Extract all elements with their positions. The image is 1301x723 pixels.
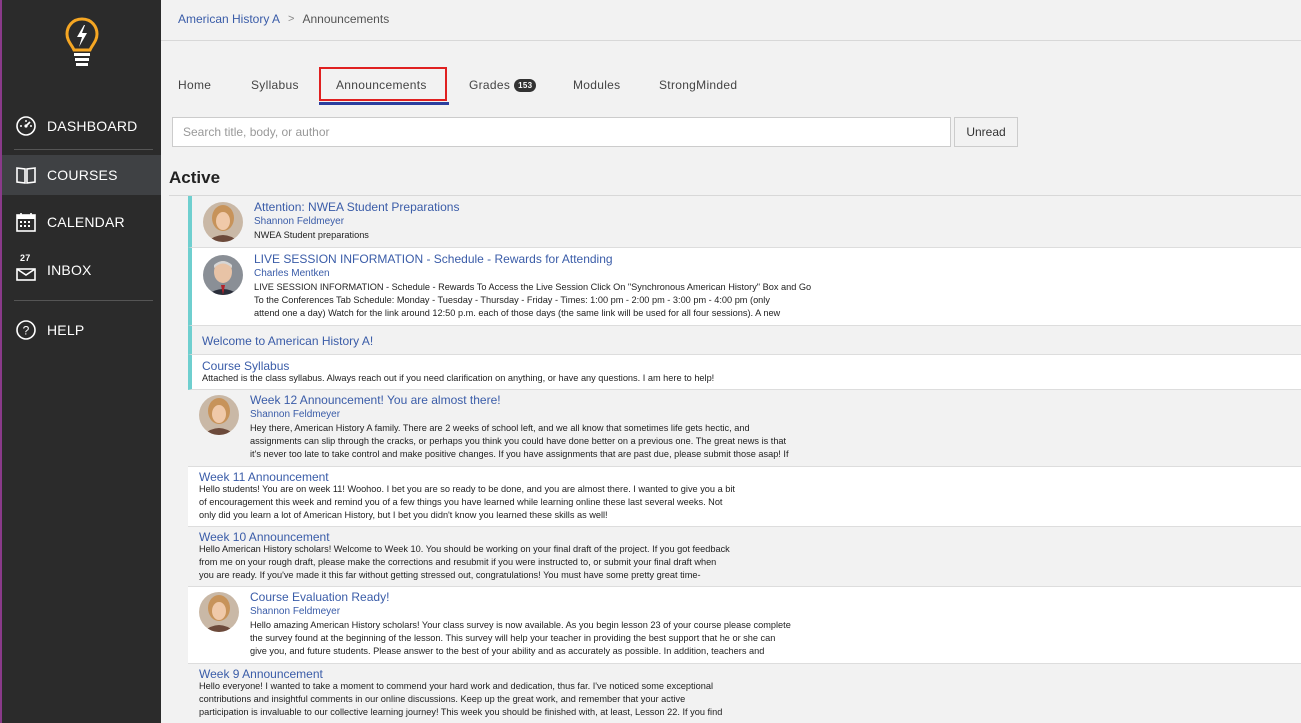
announcement-author: Shannon Feldmeyer (250, 409, 341, 420)
sidebar-item-calendar[interactable]: CALENDAR (2, 202, 161, 242)
question-circle-icon: ? (15, 319, 37, 341)
announcement-title[interactable]: Week 10 Announcement (199, 530, 330, 544)
unread-filter-button[interactable]: Unread (954, 117, 1018, 147)
announcement-body: Attached is the class syllabus. Always r… (202, 373, 715, 383)
announcement-body-line: Hello everyone! I wanted to take a momen… (199, 681, 713, 691)
announcement-title[interactable]: Course Evaluation Ready! (250, 590, 389, 604)
calendar-icon (15, 211, 37, 233)
announcement-body-line: you are ready. If you've made it this fa… (199, 570, 701, 580)
tab-announcements[interactable]: Announcements (336, 78, 427, 92)
announcement-body-line: only did you learn a lot of American His… (199, 510, 608, 520)
announcement-body-line: it's never too late to take control and … (250, 449, 789, 459)
sidebar-item-label: HELP (47, 322, 85, 338)
announcement-body: Hey there, American History A family. Th… (250, 422, 789, 461)
search-input[interactable]: Search title, body, or author (172, 117, 951, 147)
announcement-body: LIVE SESSION INFORMATION - Schedule - Re… (254, 281, 811, 320)
sidebar-divider (14, 149, 153, 150)
sidebar-item-inbox[interactable]: 27 INBOX (2, 250, 161, 290)
announcement-title[interactable]: Week 11 Announcement (199, 470, 329, 484)
announcement-body-line: give you, and future students. Please an… (250, 646, 765, 656)
announcement-title[interactable]: Welcome to American History A! (202, 334, 373, 348)
avatar (203, 202, 243, 242)
announcement-body-line: participation is invaluable to our colle… (199, 707, 723, 717)
announcement-author: Charles Mentken (254, 268, 330, 279)
announcement-body-line: of encouragement this week and remind yo… (199, 497, 723, 507)
announcement-body-line: Hello amazing American History scholars!… (250, 620, 791, 630)
announcement-body-line: from me on your rough draft, please make… (199, 557, 717, 567)
announcement-body: Hello American History scholars! Welcome… (199, 543, 730, 582)
announcement-body-line: To the Conferences Tab Schedule: Monday … (254, 295, 770, 305)
announcement-title[interactable]: Course Syllabus (202, 359, 289, 373)
announcement-body-line: the survey found at the beginning of the… (250, 633, 776, 643)
announcement-title[interactable]: Week 9 Announcement (199, 667, 323, 681)
announcement-body-line: assignments can slip through the cracks,… (250, 436, 787, 446)
sidebar-item-dashboard[interactable]: DASHBOARD (2, 106, 161, 146)
tab-grades-label: Grades (469, 78, 511, 92)
inbox-count-badge: 27 (20, 253, 31, 263)
breadcrumb-course-link[interactable]: American History A (178, 12, 280, 26)
announcement-item[interactable]: Week 11 Announcement Hello students! You… (188, 467, 1301, 527)
announcement-body-line: Hello students! You are on week 11! Wooh… (199, 484, 735, 494)
announcement-author: Shannon Feldmeyer (250, 606, 341, 617)
book-icon (15, 164, 37, 186)
announcement-title[interactable]: Week 12 Announcement! You are almost the… (250, 393, 501, 407)
announcement-body: Hello students! You are on week 11! Wooh… (199, 483, 735, 522)
announcement-body: NWEA Student preparations (254, 230, 369, 240)
tab-grades[interactable]: Grades 153 (469, 78, 537, 93)
avatar (199, 395, 239, 435)
announcement-body: Hello amazing American History scholars!… (250, 619, 791, 658)
dashboard-gauge-icon (15, 115, 37, 137)
svg-text:?: ? (23, 324, 30, 338)
sidebar-divider (14, 300, 153, 301)
sidebar-item-label: CALENDAR (47, 214, 125, 230)
announcement-item[interactable]: Week 10 Announcement Hello American Hist… (188, 527, 1301, 587)
announcement-item[interactable]: Course Evaluation Ready! Shannon Feldmey… (188, 587, 1301, 664)
announcement-body-line: Hello American History scholars! Welcome… (199, 544, 730, 554)
announcement-author: Shannon Feldmeyer (254, 216, 345, 227)
section-title: Active (169, 168, 221, 187)
tab-modules[interactable]: Modules (573, 78, 620, 92)
lightbulb-bolt-icon[interactable] (64, 16, 100, 70)
announcement-item[interactable]: Week 12 Announcement! You are almost the… (188, 390, 1301, 467)
avatar (203, 255, 243, 295)
mail-icon: 27 (15, 253, 37, 281)
sidebar-item-help[interactable]: ? HELP (2, 310, 161, 350)
active-tab-underline (319, 102, 449, 105)
announcement-title[interactable]: LIVE SESSION INFORMATION - Schedule - Re… (254, 252, 613, 266)
announcement-item[interactable]: LIVE SESSION INFORMATION - Schedule - Re… (188, 248, 1301, 326)
announcement-body-line: LIVE SESSION INFORMATION - Schedule - Re… (254, 282, 812, 292)
announcement-item[interactable]: Attention: NWEA Student Preparations Sha… (188, 196, 1301, 248)
breadcrumb-current: Announcements (302, 12, 390, 26)
tab-strongminded[interactable]: StrongMinded (659, 78, 737, 92)
breadcrumb-separator: > (288, 13, 295, 25)
main-content: American History A > Announcements Home … (161, 0, 1301, 723)
tab-syllabus[interactable]: Syllabus (251, 78, 299, 92)
announcement-item[interactable]: Course Syllabus Attached is the class sy… (188, 355, 1301, 390)
announcement-item[interactable]: Week 9 Announcement Hello everyone! I wa… (188, 664, 1301, 723)
sidebar-item-label: COURSES (47, 167, 118, 183)
sidebar: DASHBOARD COURSES CALENDAR 27 INBOX ? HE… (0, 0, 161, 723)
announcement-body-line: Hey there, American History A family. Th… (250, 423, 750, 433)
grades-count-badge: 153 (514, 79, 537, 93)
sidebar-item-label: DASHBOARD (47, 118, 138, 134)
sidebar-item-label: INBOX (47, 262, 92, 278)
announcement-body: Hello everyone! I wanted to take a momen… (199, 680, 722, 719)
sidebar-item-courses[interactable]: COURSES (2, 155, 161, 195)
announcement-title[interactable]: Attention: NWEA Student Preparations (254, 200, 459, 214)
course-tabs: Home Syllabus Announcements Grades 153 Mo… (161, 66, 1301, 106)
announcement-item[interactable]: Welcome to American History A! (188, 326, 1301, 355)
tab-home[interactable]: Home (178, 78, 211, 92)
breadcrumb: American History A > Announcements (178, 12, 389, 26)
announcement-body-line: attend one a day) Watch for the link aro… (254, 308, 781, 318)
announcement-body-line: contributions and insightful comments in… (199, 694, 686, 704)
header-divider (161, 40, 1301, 41)
avatar (199, 592, 239, 632)
